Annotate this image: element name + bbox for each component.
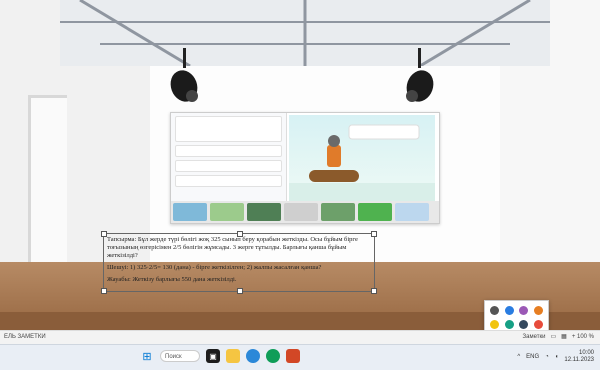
taskbar: ⊞ Поиск ▣ ^ ENG ◔ ◖ 10:00 12.11.2023: [0, 344, 600, 370]
edge-browser-icon[interactable]: [246, 349, 260, 363]
tray-chevron-icon[interactable]: ^: [517, 354, 520, 360]
embedded-row: [175, 160, 282, 172]
thumbnail[interactable]: [284, 203, 318, 221]
windows-start-icon[interactable]: ⊞: [140, 349, 154, 363]
spotlight-right-icon: [406, 48, 434, 102]
embedded-row: [175, 145, 282, 157]
normal-view-icon[interactable]: ▭: [550, 333, 556, 340]
thumbnail[interactable]: [247, 203, 281, 221]
slide-canvas[interactable]: Тапсырма: Бұл жерде түрі бөлігі жоқ 325 …: [0, 0, 600, 330]
taskbar-search[interactable]: Поиск: [160, 350, 200, 362]
thumbnail[interactable]: [210, 203, 244, 221]
resize-handle[interactable]: [101, 288, 107, 294]
color-icon[interactable]: [504, 305, 514, 315]
clock-time: 10:00: [578, 350, 594, 356]
clock[interactable]: 10:00 12.11.2023: [564, 350, 594, 364]
embedded-preview: [289, 115, 435, 201]
emoji-icon[interactable]: [489, 320, 499, 330]
notes-button[interactable]: Заметки: [523, 334, 546, 340]
record-icon[interactable]: [534, 320, 544, 330]
spotlight-left-icon: [170, 48, 198, 102]
language-indicator[interactable]: ENG: [526, 354, 539, 360]
chrome-browser-icon[interactable]: [266, 349, 280, 363]
resize-handle[interactable]: [371, 231, 377, 237]
pen-icon[interactable]: [489, 305, 499, 315]
embedded-row: [175, 175, 282, 187]
pin-icon[interactable]: [504, 320, 514, 330]
settings-icon[interactable]: [519, 320, 529, 330]
task-view-icon[interactable]: ▣: [206, 349, 220, 363]
resize-handle[interactable]: [101, 231, 107, 237]
thumbnail[interactable]: [358, 203, 392, 221]
thumbnail-strip: [171, 201, 439, 223]
zoom-level[interactable]: + 100 %: [572, 334, 594, 340]
powerpoint-icon[interactable]: [286, 349, 300, 363]
embedded-screenshot: [170, 112, 440, 224]
wifi-icon[interactable]: ◔: [545, 354, 549, 360]
embedded-panel: [175, 116, 282, 142]
clock-date: 12.11.2023: [564, 357, 594, 363]
resize-handle[interactable]: [371, 288, 377, 294]
character-on-log-image: [289, 124, 435, 201]
status-label: ЕЛЬ ЗАМЕТКИ: [4, 334, 46, 340]
task-paragraph: Тапсырма: Бұл жерде түрі бөлігі жоқ 325 …: [107, 236, 358, 259]
thumbnail[interactable]: [321, 203, 355, 221]
ceiling-grid: [60, 0, 550, 66]
task-text-box[interactable]: Тапсырма: Бұл жерде түрі бөлігі жоқ 325 …: [101, 231, 377, 294]
status-bar: ЕЛЬ ЗАМЕТКИ Заметки ▭ ▦ + 100 %: [0, 330, 600, 345]
thumbnail[interactable]: [395, 203, 429, 221]
solution-paragraph: Шешуі: 1) 325·2/5= 130 (дана) - бірге же…: [107, 264, 322, 271]
volume-icon[interactable]: ◖: [555, 354, 559, 360]
thumbnail[interactable]: [173, 203, 207, 221]
slide-sorter-icon[interactable]: ▦: [561, 333, 567, 340]
answer-paragraph: Жауабы: Жеткізу барлығы 550 дана жеткізі…: [107, 276, 237, 283]
marker-icon[interactable]: [519, 305, 529, 315]
embedded-sidebar: [171, 113, 287, 203]
highlighter-icon[interactable]: [534, 305, 544, 315]
resize-handle[interactable]: [237, 288, 243, 294]
file-explorer-icon[interactable]: [226, 349, 240, 363]
resize-handle[interactable]: [237, 231, 243, 237]
